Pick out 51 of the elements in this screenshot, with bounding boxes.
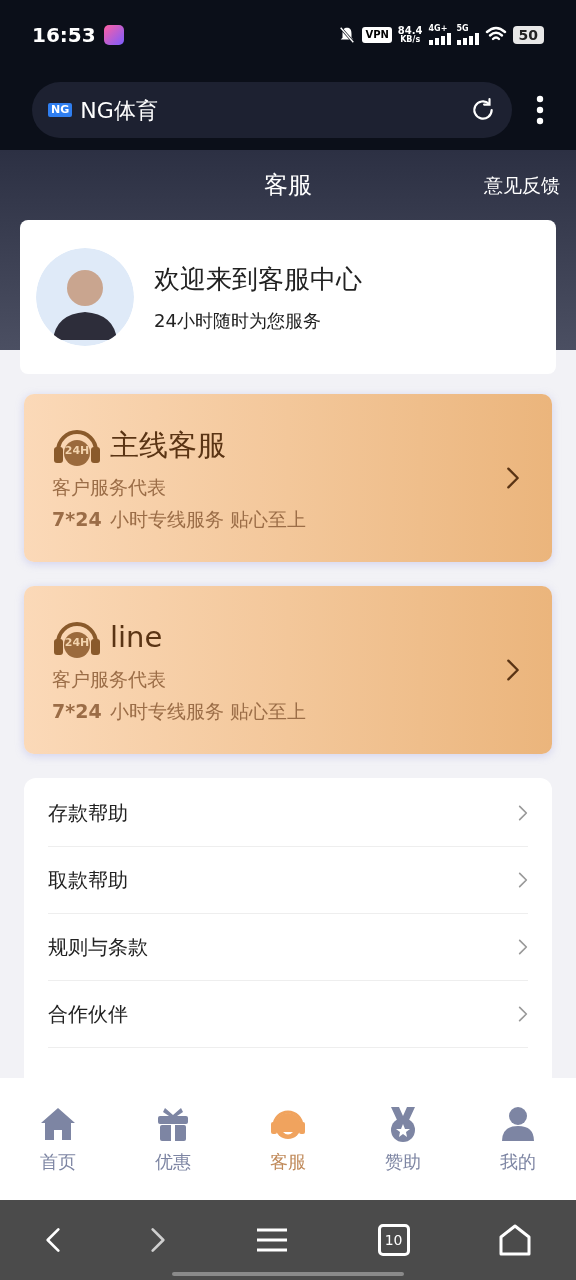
service-hours: 7*24 [52, 699, 102, 724]
mute-icon [338, 26, 357, 44]
help-item[interactable]: 合作伙伴 [48, 981, 528, 1048]
welcome-subtitle: 24小时随时为您服务 [154, 309, 322, 333]
chevron-icon [506, 658, 520, 682]
status-time: 16:53 [32, 22, 96, 49]
chevron-icon [518, 938, 528, 956]
badge-text: 24H [63, 636, 91, 648]
site-logo: NG [48, 103, 73, 117]
nav-tab[interactable]: 我的 [478, 1103, 559, 1175]
service-subtitle: 客户服务代表 [52, 474, 167, 500]
tabs-button[interactable]: 10 [377, 1224, 410, 1256]
network-type: 5G [456, 25, 469, 33]
service-subtitle: 客户服务代表 [52, 666, 167, 692]
service-card[interactable]: 24H 主线客服 客户服务代表 7*24 小时专线服务 贴心至上 [24, 394, 552, 562]
home-icon[interactable] [499, 1224, 532, 1256]
forward-icon [150, 1226, 167, 1254]
back-icon [44, 1226, 61, 1254]
service-card[interactable]: 24H line 客户服务代表 7*24 小时专线服务 贴心至上 [24, 586, 552, 754]
battery-icon: 50 [512, 26, 544, 44]
more-icon[interactable] [536, 95, 544, 125]
address-bar[interactable]: NG NG体育 [32, 82, 512, 138]
nav-tab[interactable]: 赞助 [363, 1103, 444, 1175]
chevron-icon [518, 871, 528, 889]
service-hours: 7*24 [52, 507, 102, 532]
app-icon [103, 25, 124, 45]
help-item[interactable]: 取款帮助 [48, 847, 528, 914]
menu-icon[interactable] [256, 1227, 288, 1253]
service-description: 小时专线服务 贴心至上 [109, 507, 306, 532]
chevron-icon [506, 466, 520, 490]
help-item[interactable]: 存款帮助 [48, 780, 528, 847]
network-speed: 84.4 [397, 26, 423, 36]
chevron-icon [518, 804, 528, 822]
help-item[interactable]: 规则与条款 [48, 914, 528, 981]
badge-text: 24H [63, 444, 91, 456]
signal-icon [428, 33, 451, 45]
service-title: line [110, 623, 163, 652]
nav-tab[interactable]: 优惠 [132, 1103, 213, 1175]
service-description: 小时专线服务 贴心至上 [109, 699, 306, 724]
page-title: NG体育 [80, 96, 159, 125]
signal-icon [456, 33, 479, 45]
feedback-link[interactable]: 意见反馈 [484, 170, 560, 200]
page-heading: 客服 [264, 170, 312, 201]
chevron-icon [518, 1005, 528, 1023]
nav-tab[interactable]: 首页 [17, 1103, 98, 1175]
reload-icon[interactable] [470, 97, 496, 123]
speed-unit: KB/s [400, 36, 421, 44]
vpn-badge: VPN [362, 27, 392, 43]
network-type: 4G+ [428, 25, 448, 33]
service-title: 主线客服 [110, 431, 226, 460]
welcome-title: 欢迎来到客服中心 [154, 263, 362, 296]
